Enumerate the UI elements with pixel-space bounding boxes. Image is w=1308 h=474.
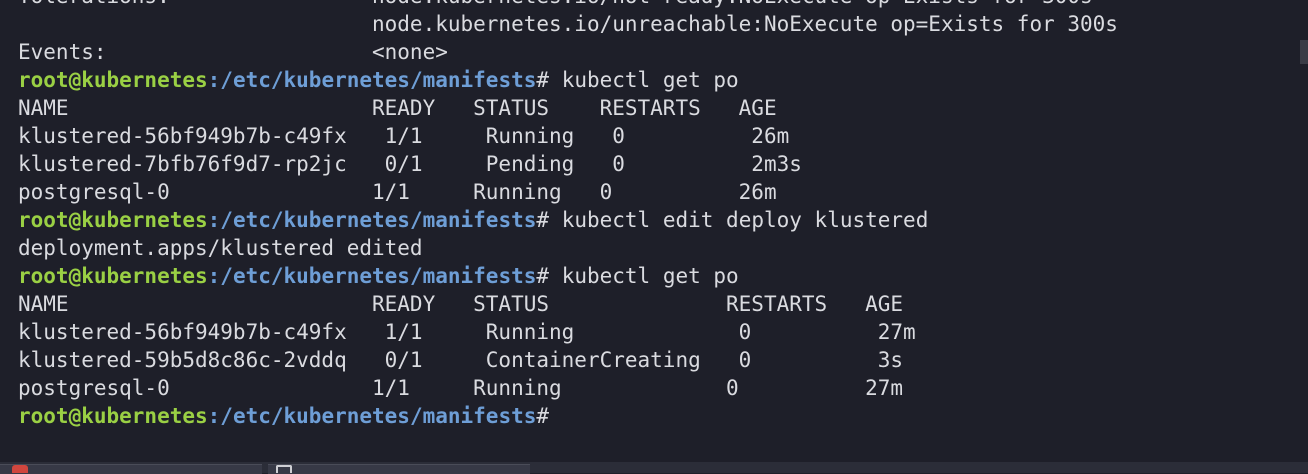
prompt-suffix: # <box>536 264 562 288</box>
prompt-user: root@kubernetes <box>18 208 208 232</box>
terminal-window[interactable]: Tolerations: node.kubernetes.io/not-read… <box>0 0 1308 462</box>
command-text: kubectl get po <box>561 264 739 288</box>
output-line: klustered-56bf949b7b-c49fx 1/1 Running 0… <box>18 124 790 148</box>
output-line: klustered-59b5d8c86c-2vddq 0/1 Container… <box>18 348 904 372</box>
prompt-line: root@kubernetes:/etc/kubernetes/manifest… <box>18 262 1118 290</box>
taskbar <box>0 462 1308 474</box>
command-text: kubectl get po <box>561 68 739 92</box>
output-line: klustered-56bf949b7b-c49fx 1/1 Running 0… <box>18 320 916 344</box>
terminal-icon <box>276 465 292 473</box>
prompt-suffix: # <box>536 208 562 232</box>
browser-icon <box>12 465 28 473</box>
prompt-suffix: # <box>536 68 562 92</box>
scrollbar[interactable] <box>1300 40 1308 64</box>
prompt-user: root@kubernetes <box>18 264 208 288</box>
terminal-output: Tolerations: node.kubernetes.io/not-read… <box>18 0 1118 430</box>
prompt-path: :/etc/kubernetes/manifests <box>207 404 537 428</box>
output-line: node.kubernetes.io/unreachable:NoExecute… <box>18 12 1118 36</box>
output-line: NAME READY STATUS RESTARTS AGE <box>18 292 904 316</box>
output-line: postgresql-0 1/1 Running 0 27m <box>18 376 904 400</box>
output-line: klustered-7bfb76f9d7-rp2jc 0/1 Pending 0… <box>18 152 802 176</box>
prompt-line: root@kubernetes:/etc/kubernetes/manifest… <box>18 402 1118 430</box>
prompt-path: :/etc/kubernetes/manifests <box>207 68 537 92</box>
output-line: Events: <none> <box>18 40 448 64</box>
prompt-user: root@kubernetes <box>18 68 208 92</box>
output-line: NAME READY STATUS RESTARTS AGE <box>18 96 777 120</box>
output-line: Tolerations: node.kubernetes.io/not-read… <box>18 0 1118 10</box>
output-line: postgresql-0 1/1 Running 0 26m <box>18 180 777 204</box>
output-line: deployment.apps/klustered edited <box>18 236 423 260</box>
prompt-path: :/etc/kubernetes/manifests <box>207 208 537 232</box>
prompt-line: root@kubernetes:/etc/kubernetes/manifest… <box>18 66 1118 94</box>
prompt-user: root@kubernetes <box>18 404 208 428</box>
prompt-suffix: # <box>536 404 562 428</box>
command-text: kubectl edit deploy klustered <box>561 208 929 232</box>
prompt-line: root@kubernetes:/etc/kubernetes/manifest… <box>18 206 1118 234</box>
prompt-path: :/etc/kubernetes/manifests <box>207 264 537 288</box>
